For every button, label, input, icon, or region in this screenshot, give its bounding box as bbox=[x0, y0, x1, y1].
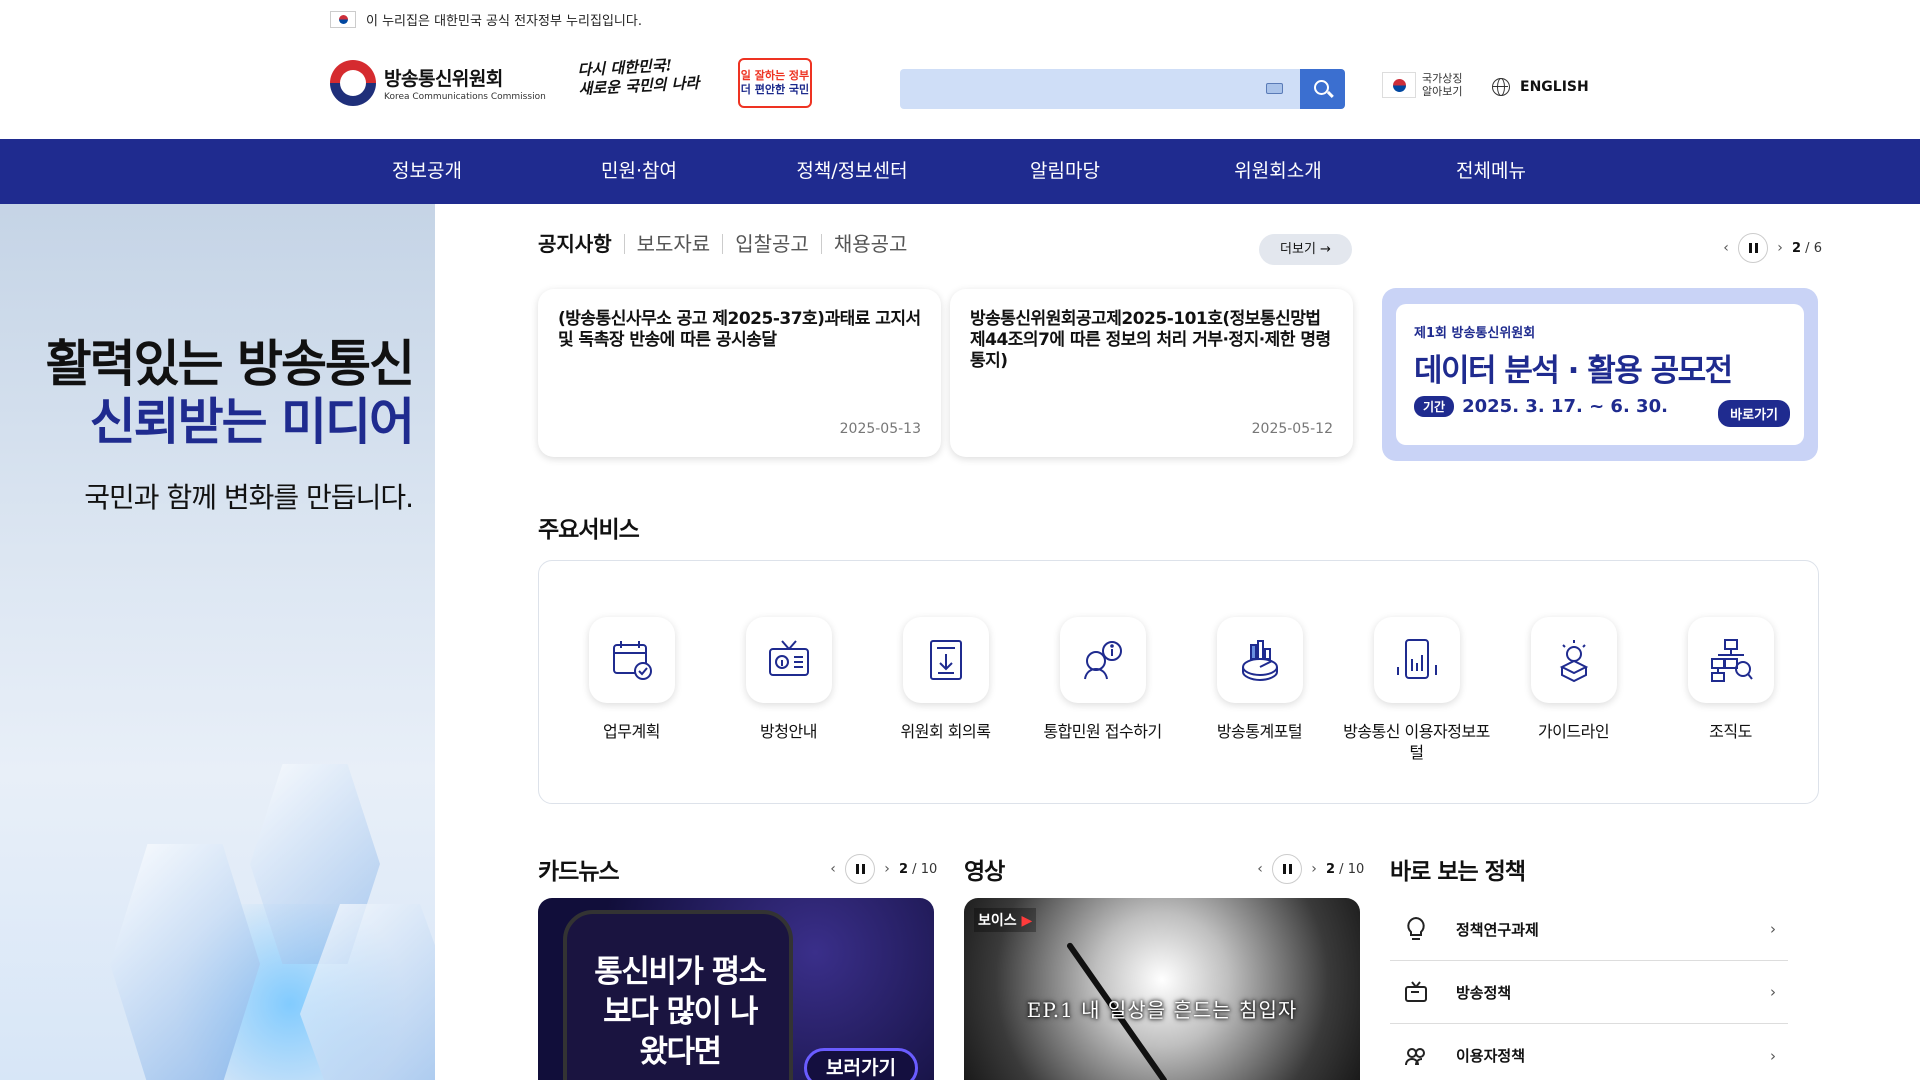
promo-banner[interactable]: 제1회 방송통신위원회 데이터 분석 · 활용 공모전 기간 2025. 3. … bbox=[1382, 288, 1818, 461]
nav-item-about[interactable]: 위원회소개 bbox=[1178, 139, 1378, 204]
service-item[interactable]: 가이드라인 bbox=[1495, 617, 1652, 742]
notice-card[interactable]: 방송통신위원회공고제2025-101호(정보통신망법 제44조의7에 따른 정보… bbox=[950, 289, 1353, 457]
policy-item-user[interactable]: 이용자정책 › bbox=[1390, 1024, 1788, 1080]
services-title: 주요서비스 bbox=[538, 517, 640, 543]
lightbulb-box-icon bbox=[1530, 617, 1617, 703]
nav-item-civil[interactable]: 민원·참여 bbox=[539, 139, 739, 204]
pager-count: 2 / 10 bbox=[899, 861, 938, 877]
cardnews-thumbnail[interactable]: 통신비가 평소보다 많이 나왔다면 보러가기 bbox=[538, 898, 934, 1080]
pause-button[interactable] bbox=[1272, 854, 1302, 884]
logo-name-en: Korea Communications Commission bbox=[384, 92, 546, 102]
policy-item-broadcast[interactable]: 방송정책 › bbox=[1390, 961, 1788, 1024]
cardnews-title: 카드뉴스 bbox=[538, 859, 620, 885]
policy-item-research[interactable]: 정책연구과제 › bbox=[1390, 898, 1788, 961]
pager-count: 2 / 10 bbox=[1326, 861, 1365, 877]
service-item[interactable]: 방송통계포털 bbox=[1181, 617, 1338, 742]
org-chart-icon bbox=[1687, 617, 1774, 703]
kcc-emblem-icon bbox=[330, 60, 376, 106]
phone-chart-icon bbox=[1373, 617, 1460, 703]
notice-pager: ‹ › 2 / 6 bbox=[1720, 233, 1822, 263]
slogan: 다시 대한민국! 새로운 국민의 나라 bbox=[577, 56, 700, 99]
tab-bid[interactable]: 입찰공고 bbox=[722, 234, 821, 254]
search-button[interactable] bbox=[1300, 69, 1345, 109]
nav-item-info[interactable]: 정보공개 bbox=[327, 139, 527, 204]
video-title: 영상 bbox=[964, 859, 1005, 885]
pager-count: 2 / 6 bbox=[1792, 240, 1822, 256]
tab-notice[interactable]: 공지사항 bbox=[538, 234, 624, 254]
notice-more-button[interactable]: 더보기 → bbox=[1259, 234, 1352, 265]
service-item[interactable]: 업무계획 bbox=[553, 617, 710, 742]
hero-panel: 활력있는 방송통신 신뢰받는 미디어 국민과 함께 변화를 만듭니다. bbox=[0, 204, 435, 1080]
nav-item-notice[interactable]: 알림마당 bbox=[965, 139, 1165, 204]
gov-slogan-badge: 일 잘하는 정부 더 편안한 국민 bbox=[738, 58, 812, 108]
language-link[interactable]: ENGLISH bbox=[1492, 78, 1589, 96]
next-arrow-icon[interactable]: › bbox=[1774, 240, 1786, 256]
lightbulb-icon bbox=[1402, 915, 1430, 943]
notice-tabs: 공지사항 보도자료 입찰공고 채용공고 bbox=[538, 234, 919, 254]
promo-go-button[interactable]: 바로가기 bbox=[1718, 400, 1790, 427]
hero-subtitle: 국민과 함께 변화를 만듭니다. bbox=[84, 481, 414, 514]
policy-title: 바로 보는 정책 bbox=[1390, 859, 1526, 885]
policy-list: 정책연구과제 › 방송정책 › 이용자정책 › bbox=[1390, 898, 1788, 1080]
tab-recruit[interactable]: 채용공고 bbox=[820, 234, 920, 254]
cardnews-pager: ‹ › 2 / 10 bbox=[827, 854, 937, 884]
national-symbol-link[interactable]: 국가상징 알아보기 bbox=[1382, 72, 1464, 98]
notice-card[interactable]: (방송통신사무소 공고 제2025-37호)과태료 고지서 및 독촉장 반송에 … bbox=[538, 289, 941, 457]
prev-arrow-icon[interactable]: ‹ bbox=[1254, 861, 1266, 877]
korea-flag-icon bbox=[1382, 72, 1416, 98]
cardnews-view-button[interactable]: 보러가기 bbox=[804, 1048, 918, 1080]
video-thumbnail[interactable]: 보이스 ▶ EP.1 내 일상을 흔드는 침입자 bbox=[964, 898, 1360, 1080]
chevron-right-icon: › bbox=[1770, 920, 1776, 938]
nav-item-policy[interactable]: 정책/정보센터 bbox=[752, 139, 952, 204]
logo-name-ko: 방송통신위원회 bbox=[384, 68, 503, 90]
prev-arrow-icon[interactable]: ‹ bbox=[1720, 240, 1732, 256]
services-panel: 업무계획 방청안내 위원회 회의록 통합민원 접수하기 방송통계포털 방송통신 … bbox=[538, 560, 1819, 804]
national-symbol-label: 국가상징 알아보기 bbox=[1422, 72, 1463, 98]
language-label: ENGLISH bbox=[1520, 79, 1589, 95]
chevron-right-icon: › bbox=[1770, 983, 1776, 1001]
users-icon bbox=[1402, 1042, 1430, 1070]
hero-line2: 신뢰받는 미디어 bbox=[89, 393, 415, 451]
person-info-icon bbox=[1059, 617, 1146, 703]
notice-title: (방송통신사무소 공고 제2025-37호)과태료 고지서 및 독촉장 반송에 … bbox=[558, 309, 921, 350]
next-arrow-icon[interactable]: › bbox=[1308, 861, 1320, 877]
tv-info-icon bbox=[745, 617, 832, 703]
gov-banner-text: 이 누리집은 대한민국 공식 전자정부 누리집입니다. bbox=[366, 13, 642, 29]
service-item[interactable]: 방청안내 bbox=[710, 617, 867, 742]
pause-button[interactable] bbox=[1738, 233, 1768, 263]
keyboard-icon[interactable] bbox=[1266, 83, 1283, 94]
document-download-icon bbox=[902, 617, 989, 703]
service-item[interactable]: 통합민원 접수하기 bbox=[1024, 617, 1181, 742]
pause-button[interactable] bbox=[845, 854, 875, 884]
service-item[interactable]: 조직도 bbox=[1652, 617, 1809, 742]
service-item[interactable]: 방송통신 이용자정보포털 bbox=[1338, 617, 1495, 763]
search-bar bbox=[900, 69, 1345, 109]
notice-title: 방송통신위원회공고제2025-101호(정보통신망법 제44조의7에 따른 정보… bbox=[970, 309, 1331, 371]
globe-icon bbox=[1492, 78, 1510, 96]
chevron-right-icon: › bbox=[1770, 1046, 1776, 1065]
video-badge: 보이스 ▶ bbox=[974, 908, 1037, 932]
promo-eyebrow: 제1회 방송통신위원회 bbox=[1414, 326, 1536, 341]
video-caption: EP.1 내 일상을 흔드는 침입자 bbox=[1026, 998, 1298, 1022]
service-item[interactable]: 위원회 회의록 bbox=[867, 617, 1024, 742]
next-arrow-icon[interactable]: › bbox=[881, 861, 893, 877]
korea-flag-icon bbox=[330, 10, 356, 28]
notice-date: 2025-05-13 bbox=[839, 421, 921, 437]
calendar-check-icon bbox=[588, 617, 675, 703]
nav-item-all-menu[interactable]: 전체메뉴 bbox=[1391, 139, 1591, 204]
gov-banner: 이 누리집은 대한민국 공식 전자정부 누리집입니다. bbox=[330, 9, 642, 29]
header: 방송통신위원회 Korea Communications Commission … bbox=[0, 34, 1920, 139]
prev-arrow-icon[interactable]: ‹ bbox=[827, 861, 839, 877]
notice-date: 2025-05-12 bbox=[1251, 421, 1333, 437]
chart-pie-icon bbox=[1216, 617, 1303, 703]
tab-press[interactable]: 보도자료 bbox=[623, 234, 723, 254]
cardnews-text: 통신비가 평소보다 많이 나왔다면 bbox=[594, 954, 767, 1070]
site-logo[interactable]: 방송통신위원회 Korea Communications Commission bbox=[330, 60, 546, 106]
search-input[interactable] bbox=[900, 69, 1300, 109]
tv-icon bbox=[1402, 978, 1430, 1006]
main-nav: 정보공개 민원·참여 정책/정보센터 알림마당 위원회소개 전체메뉴 bbox=[0, 139, 1920, 204]
promo-title: 데이터 분석 · 활용 공모전 bbox=[1414, 353, 1733, 389]
video-pager: ‹ › 2 / 10 bbox=[1254, 854, 1364, 884]
